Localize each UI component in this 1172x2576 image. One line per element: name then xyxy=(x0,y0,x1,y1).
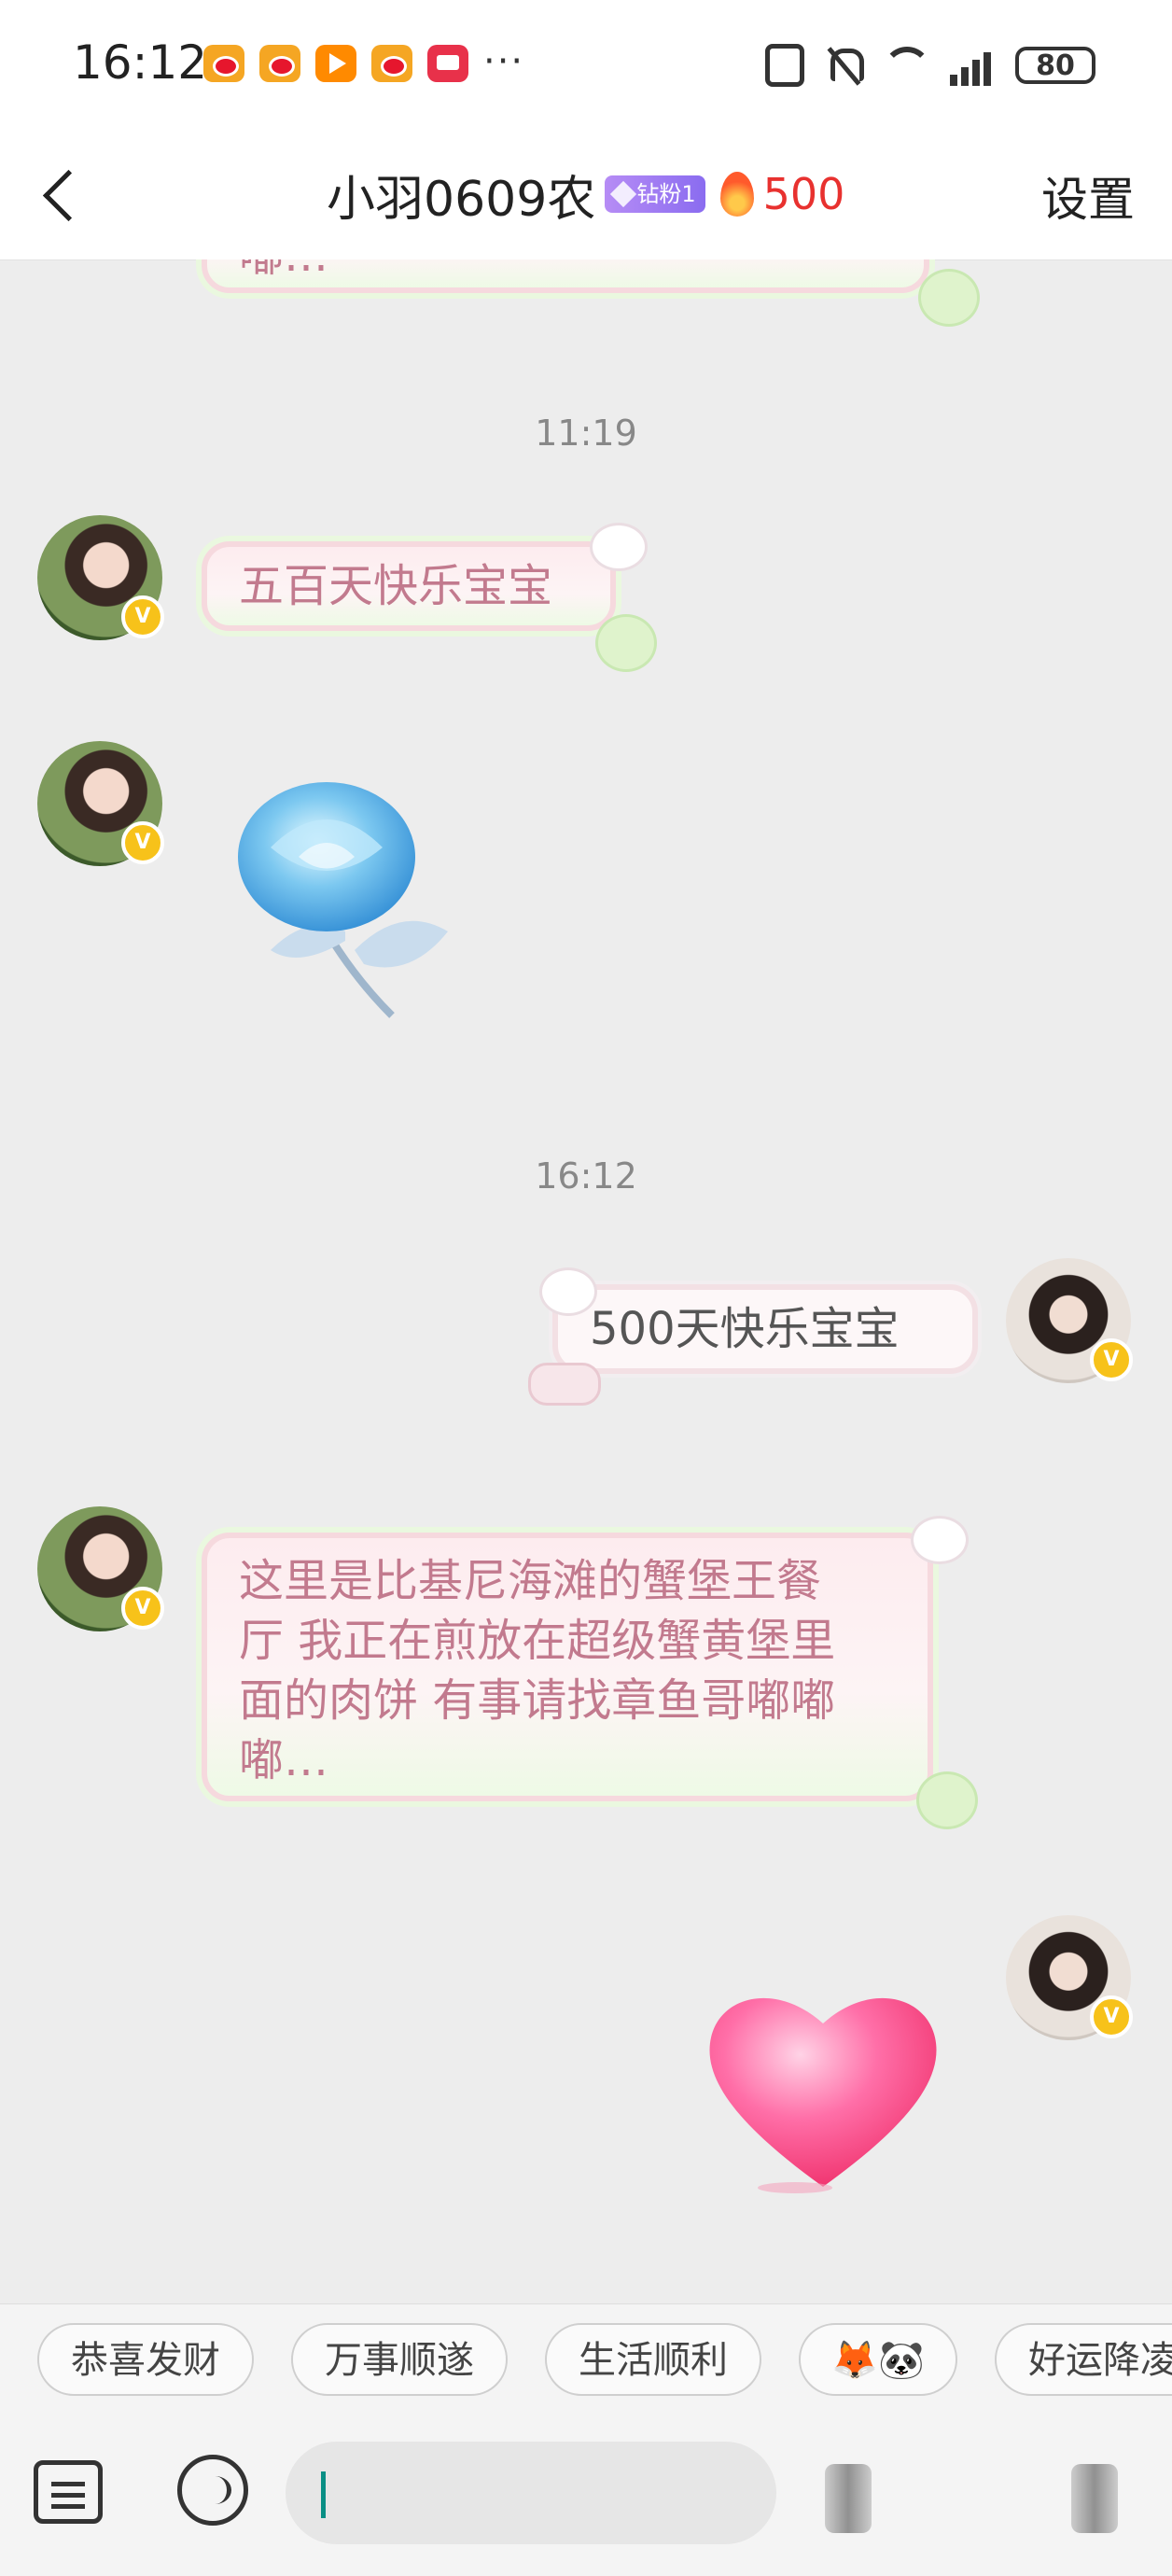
cloud-decoration xyxy=(590,523,648,571)
message-text: 500天快乐宝宝 xyxy=(590,1303,900,1355)
message-text-line: 厅 我正在煎放在超级蟹黄堡里 xyxy=(239,1615,836,1667)
blue-rose-icon[interactable] xyxy=(215,763,467,1025)
weibo-icon xyxy=(259,45,300,82)
status-bar: 16:12 ··· 80 xyxy=(0,0,1172,131)
text-cursor xyxy=(321,2471,326,2518)
verified-badge: V xyxy=(1090,1995,1133,2038)
avatar[interactable]: V xyxy=(1006,1915,1133,2040)
battery-icon: 80 xyxy=(1015,47,1095,84)
fan-badge-label: 钻粉1 xyxy=(636,181,696,207)
video-app-icon xyxy=(315,45,356,82)
pig-decoration xyxy=(528,1363,601,1406)
message-bubble[interactable]: 五百天快乐宝宝 xyxy=(202,541,616,631)
quick-reply-chip[interactable]: 🦊🐼 xyxy=(799,2323,957,2396)
quick-reply-chip[interactable]: 生活顺利 xyxy=(545,2323,761,2396)
more-notifications-indicator: ··· xyxy=(483,40,525,83)
avatar[interactable]: V xyxy=(37,1506,164,1631)
fan-badge: 钻粉1 xyxy=(605,175,705,213)
message-text-line: 嘟… xyxy=(239,1734,329,1786)
verified-badge: V xyxy=(121,821,164,864)
back-arrow-icon[interactable] xyxy=(35,162,91,228)
nfc-icon xyxy=(765,44,804,87)
chat-title: 小羽0609农 xyxy=(327,171,596,228)
clover-decoration xyxy=(916,1771,978,1829)
emoji-button[interactable] xyxy=(825,2464,872,2533)
avatar[interactable]: V xyxy=(1006,1258,1133,1383)
chat-area[interactable]: 嘟… 11:19 V 五百天快乐宝宝 V 16:12 V xyxy=(0,259,1172,2303)
fire-icon xyxy=(719,172,754,217)
verified-badge: V xyxy=(1090,1338,1133,1381)
message-bubble-partial[interactable]: 嘟… xyxy=(202,259,929,293)
notification-icons: ··· xyxy=(203,40,525,83)
avatar[interactable]: V xyxy=(37,741,164,866)
quick-reply-chip[interactable]: 万事顺遂 xyxy=(291,2323,508,2396)
mute-icon xyxy=(823,45,864,86)
wifi-icon xyxy=(883,47,931,95)
settings-button[interactable]: 设置 xyxy=(1041,162,1135,230)
cloud-decoration xyxy=(911,1516,969,1564)
chat-header: 小羽0609农 钻粉1 500 设置 xyxy=(0,131,1172,260)
message-bubble[interactable]: 这里是比基尼海滩的蟹堡王餐 厅 我正在煎放在超级蟹黄堡里 面的肉饼 有事请找章鱼… xyxy=(202,1533,933,1801)
chat-title-group[interactable]: 小羽0609农 钻粉1 500 xyxy=(327,157,844,231)
clover-decoration xyxy=(918,269,980,327)
timestamp: 11:19 xyxy=(535,413,637,454)
avatar[interactable]: V xyxy=(37,515,164,640)
clover-decoration xyxy=(595,614,657,672)
message-bubble[interactable]: 500天快乐宝宝 xyxy=(552,1284,978,1374)
message-text: 五百天快乐宝宝 xyxy=(239,560,553,612)
timestamp: 16:12 xyxy=(535,1155,637,1197)
diamond-icon xyxy=(610,180,637,208)
voice-icon[interactable] xyxy=(177,2455,248,2526)
system-icons: 80 xyxy=(765,41,1095,90)
message-text-line: 这里是比基尼海滩的蟹堡王餐 xyxy=(239,1555,822,1607)
input-bar xyxy=(0,2414,1172,2576)
status-time: 16:12 xyxy=(73,35,208,90)
message-input[interactable] xyxy=(286,2442,776,2544)
quick-reply-chip[interactable]: 好运降凌 xyxy=(995,2323,1172,2396)
message-text: 嘟… xyxy=(239,259,328,282)
cloud-decoration xyxy=(539,1267,597,1316)
weibo-icon xyxy=(203,45,244,82)
verified-badge: V xyxy=(121,1587,164,1630)
verified-badge: V xyxy=(121,595,164,638)
streak-count: 500 xyxy=(762,169,845,219)
signal-icon xyxy=(950,45,997,86)
keyboard-icon[interactable] xyxy=(34,2460,103,2524)
red-app-icon xyxy=(427,45,468,82)
quick-reply-bar: 恭喜发财 万事顺遂 生活顺利 🦊🐼 好运降凌 xyxy=(0,2303,1172,2415)
more-options-button[interactable] xyxy=(1071,2464,1118,2533)
weibo-icon xyxy=(371,45,412,82)
quick-reply-chip[interactable]: 恭喜发财 xyxy=(37,2323,254,2396)
message-text-line: 面的肉饼 有事请找章鱼哥嘟嘟 xyxy=(239,1674,836,1727)
pink-heart-icon[interactable] xyxy=(702,1977,944,2201)
